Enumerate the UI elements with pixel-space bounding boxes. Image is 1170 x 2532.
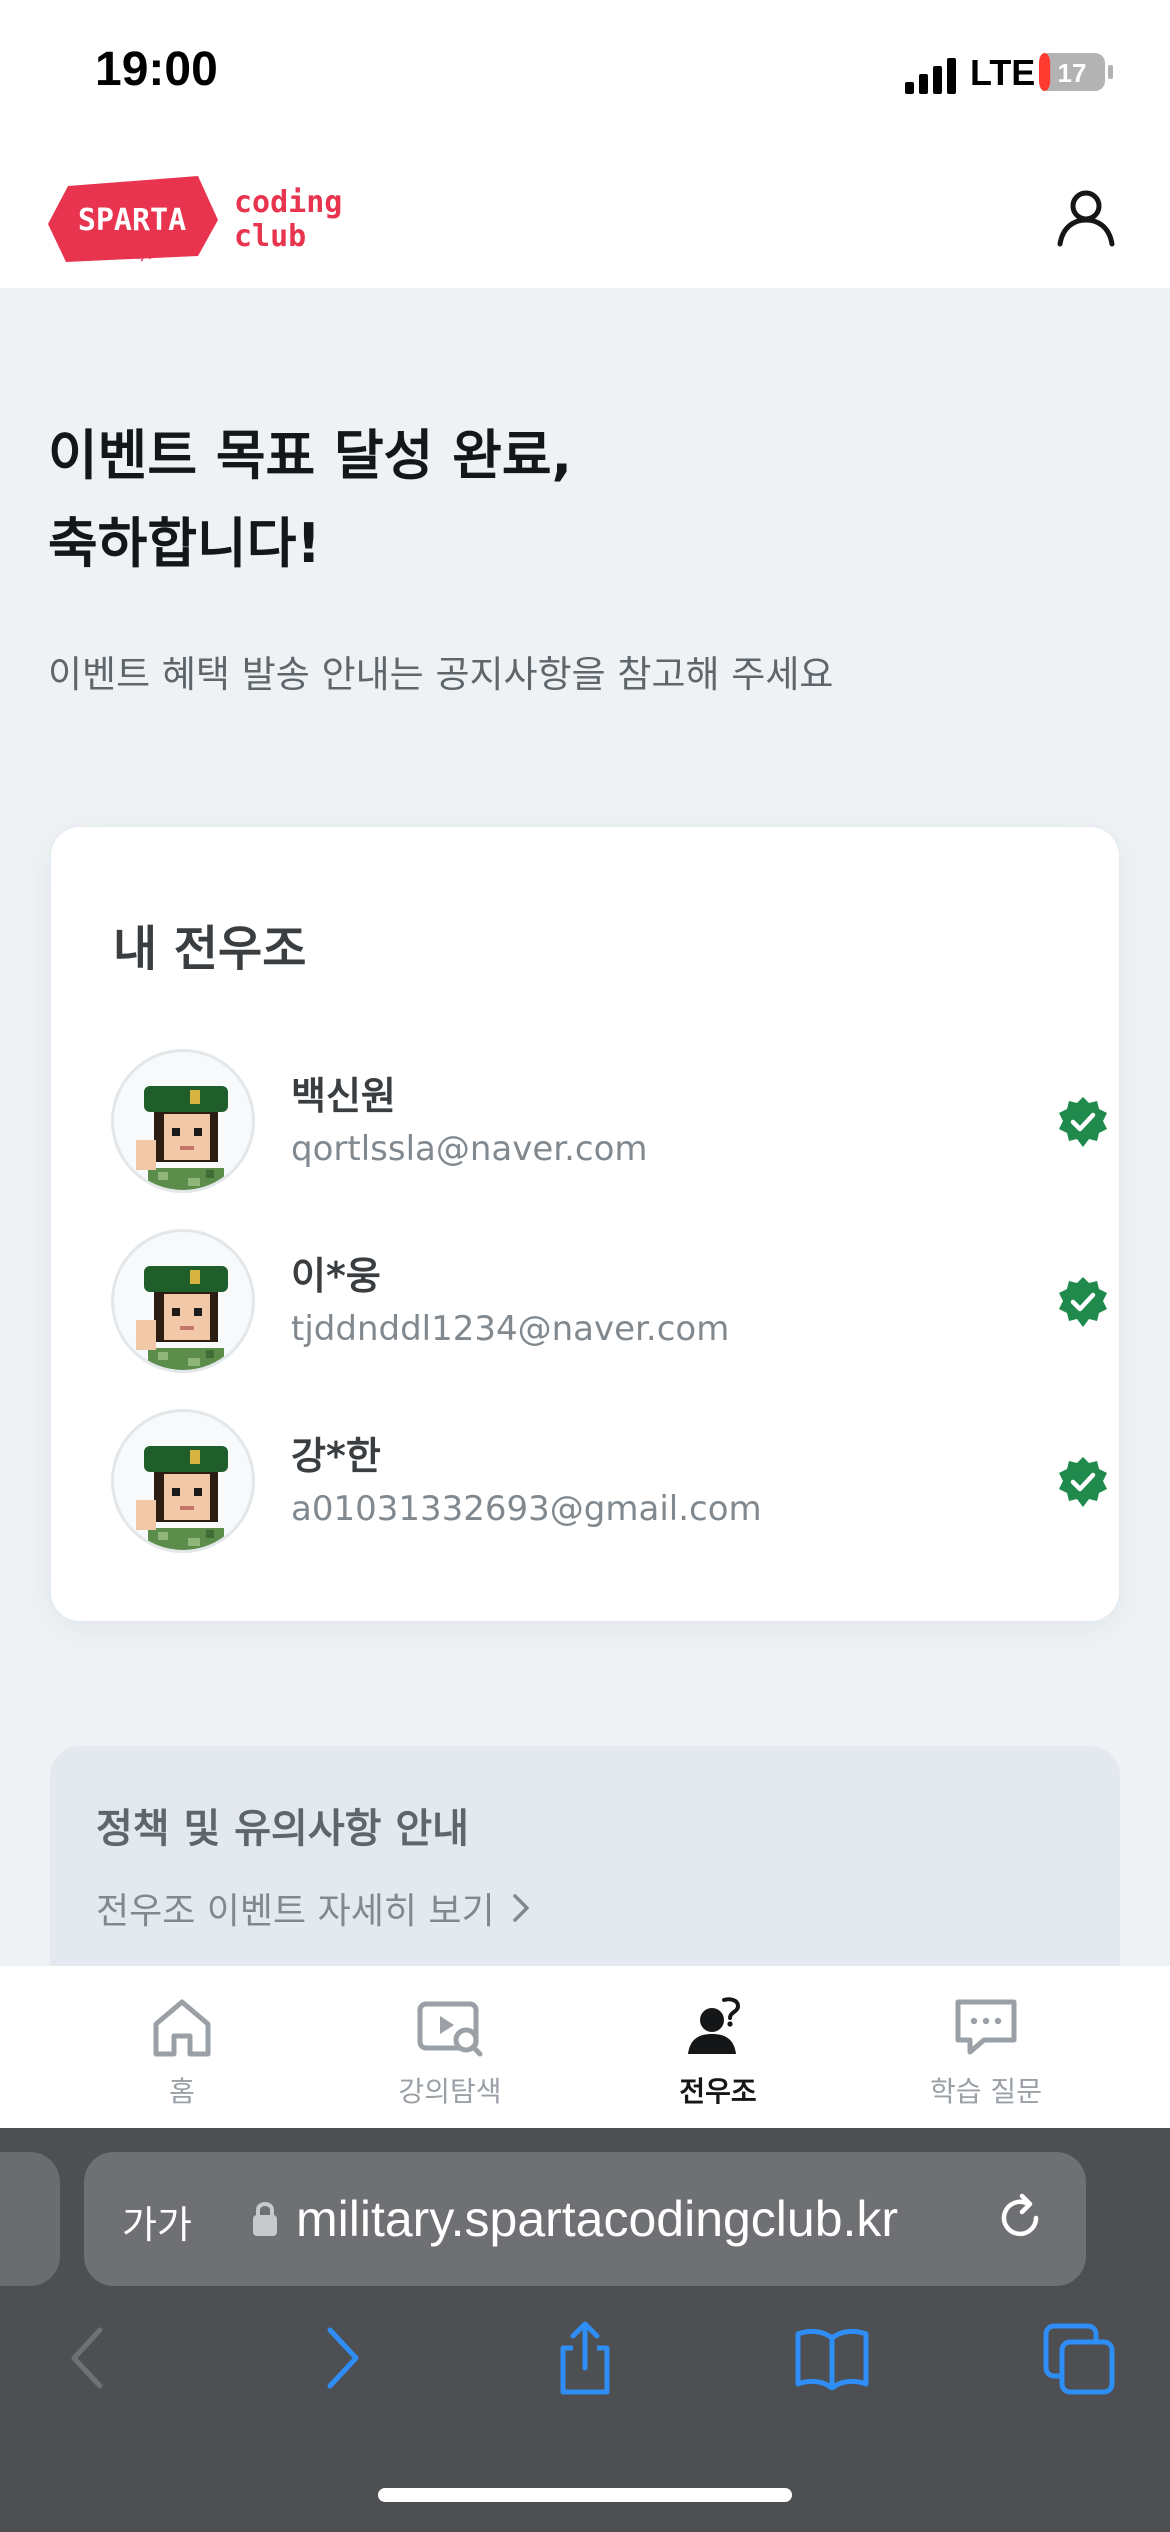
status-time: 19:00 (95, 43, 218, 96)
user-icon[interactable] (1055, 186, 1117, 248)
verified-badge-icon (1059, 1277, 1107, 1327)
lock-icon (253, 2202, 277, 2236)
verified-badge-icon (1059, 1097, 1107, 1147)
home-icon (153, 1999, 211, 2057)
policy-section: 정책 및 유의사항 안내 전우조 이벤트 자세히 보기 (50, 1746, 1120, 1966)
verified-badge-icon (1059, 1457, 1107, 1507)
video-search-icon (417, 2001, 483, 2057)
tab-buddy-group-label: 전우조 (679, 2075, 757, 2108)
text-size-button[interactable]: 가가 (122, 2194, 192, 2249)
avatar (111, 1229, 255, 1373)
member-row: 백신원 qortlssla@naver.com (111, 1049, 1107, 1199)
app-header: SPARTA </> coding club (0, 148, 1170, 288)
policy-title: 정책 및 유의사항 안내 (96, 1806, 469, 1852)
status-bar: 19:00 LTE 17 (0, 0, 1170, 148)
members-card: 내 전우조 백신원 qortlssla@naver.com 이*웅 tjddnd… (50, 826, 1120, 1622)
member-row: 이*웅 tjddnddl1234@naver.com (111, 1229, 1107, 1379)
group-icon (688, 1997, 741, 2054)
event-details-link-label: 전우조 이벤트 자세히 보기 (96, 1891, 495, 1932)
soldier-avatar-icon (136, 1446, 228, 1550)
sparta-logo[interactable]: SPARTA </> coding club (48, 168, 368, 268)
share-icon[interactable] (545, 2318, 625, 2398)
member-name: 이*웅 (291, 1254, 381, 1298)
logo-text-sparta: SPARTA (78, 203, 186, 238)
home-indicator (378, 2488, 792, 2502)
url-text[interactable]: military.spartacodingclub.kr (296, 2190, 898, 2248)
soldier-avatar-icon (136, 1266, 228, 1370)
network-type: LTE (970, 52, 1036, 93)
page-subtitle: 이벤트 혜택 발송 안내는 공지사항을 참고해 주세요 (48, 653, 834, 696)
bottom-tab-bar: 홈 강의탐색 전우조 학습 질문 (0, 1966, 1170, 2128)
logo-text-club: club (234, 219, 306, 254)
tab-home-label: 홈 (169, 2075, 195, 2108)
tab-buddy-group[interactable]: 전우조 (618, 1966, 818, 2128)
reload-icon[interactable] (992, 2190, 1048, 2246)
signal-icon (905, 58, 956, 94)
page-title: 이벤트 목표 달성 완료, 축하합니다! (48, 412, 1048, 588)
tab-course-search[interactable]: 강의탐색 (350, 1966, 550, 2128)
member-email: a01031332693@gmail.com (291, 1489, 762, 1529)
tab-home[interactable]: 홈 (82, 1966, 282, 2128)
page-title-line2: 축하합니다! (48, 512, 322, 575)
avatar (111, 1409, 255, 1553)
bookmarks-icon[interactable] (792, 2318, 872, 2398)
battery-level: 17 (1058, 58, 1087, 88)
members-card-title: 내 전우조 (113, 921, 307, 977)
tab-study-question[interactable]: 학습 질문 (886, 1966, 1086, 2128)
battery-icon: 17 (1039, 53, 1113, 91)
address-bar[interactable]: 가가 military.spartacodingclub.kr (84, 2152, 1086, 2286)
previous-tab-preview[interactable] (0, 2152, 60, 2286)
page-title-line1: 이벤트 목표 달성 완료, (48, 424, 573, 487)
event-details-link[interactable]: 전우조 이벤트 자세히 보기 (96, 1882, 531, 1934)
member-row: 강*한 a01031332693@gmail.com (111, 1409, 1107, 1559)
chat-icon (955, 1999, 1017, 2055)
chevron-right-icon (512, 1894, 529, 1922)
member-name: 강*한 (291, 1434, 381, 1478)
logo-text-coding: coding (234, 185, 342, 220)
tab-study-question-label: 학습 질문 (930, 2075, 1042, 2108)
member-email: qortlssla@naver.com (291, 1129, 648, 1169)
tabs-icon[interactable] (1040, 2318, 1120, 2398)
avatar (111, 1049, 255, 1193)
member-name: 백신원 (291, 1074, 396, 1118)
tab-course-search-label: 강의탐색 (398, 2075, 502, 2108)
svg-text:</>: </> (131, 248, 156, 264)
back-icon[interactable] (50, 2318, 130, 2398)
forward-icon[interactable] (300, 2318, 380, 2398)
soldier-avatar-icon (136, 1086, 228, 1190)
member-email: tjddnddl1234@naver.com (291, 1309, 730, 1349)
